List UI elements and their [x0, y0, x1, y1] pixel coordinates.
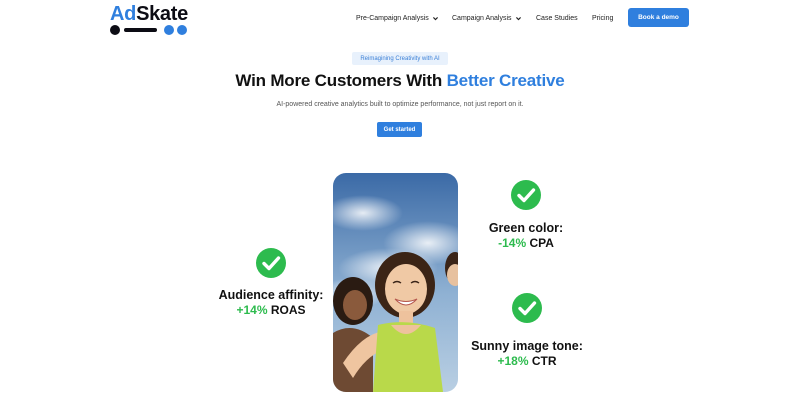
hero-badge: Reimagining Creativity with AI: [352, 52, 448, 65]
logo-dot: [164, 25, 174, 35]
stat-label: Sunny image tone:: [471, 339, 583, 353]
logo[interactable]: AdSkate: [110, 3, 190, 35]
stat-value: +18% CTR: [497, 354, 557, 368]
stat-value: -14% CPA: [498, 236, 554, 250]
chevron-down-icon: [515, 16, 521, 20]
nav-case-studies[interactable]: Case Studies: [536, 12, 578, 24]
nav-pricing[interactable]: Pricing: [592, 12, 613, 24]
check-circle-icon: [512, 293, 542, 323]
chevron-down-icon: [432, 16, 438, 20]
page-title: Win More Customers With Better Creative: [235, 71, 565, 90]
logo-bar: [124, 28, 157, 32]
nav-pre-campaign-analysis[interactable]: Pre-Campaign Analysis: [356, 12, 439, 24]
check-circle-icon: [511, 180, 541, 210]
nav-campaign-analysis[interactable]: Campaign Analysis: [452, 12, 522, 24]
logo-wordmark: AdSkate: [110, 3, 188, 25]
stat-label: Green color:: [488, 221, 564, 235]
logo-dot: [110, 25, 120, 35]
check-circle-icon: [256, 248, 286, 278]
get-started-button[interactable]: Get started: [377, 122, 422, 137]
hero-subheadline: AI-powered creative analytics built to o…: [276, 101, 524, 108]
logo-dot: [177, 25, 187, 35]
hero-photo: [333, 173, 458, 392]
book-demo-button[interactable]: Book a demo: [628, 8, 689, 27]
stat-value: +14% ROAS: [236, 303, 306, 317]
stat-label: Audience affinity:: [218, 288, 324, 302]
